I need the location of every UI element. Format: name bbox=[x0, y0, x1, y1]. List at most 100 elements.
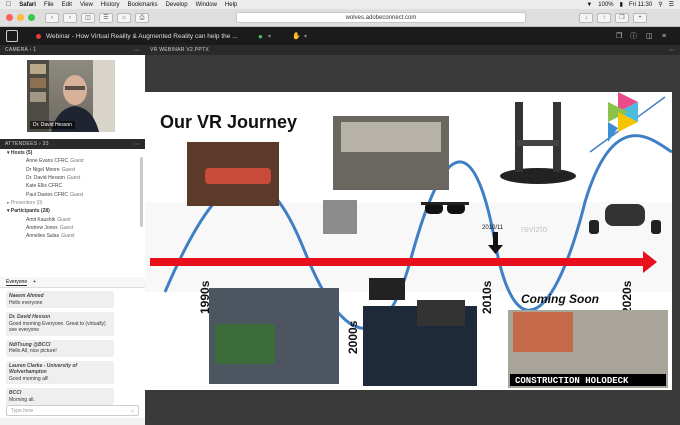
pod-options-icon[interactable]: ⋯ bbox=[134, 141, 145, 148]
attendee-name: Anne Evans CFRC bbox=[26, 158, 69, 165]
reader-icon[interactable]: ☰ bbox=[99, 12, 113, 23]
list-item[interactable]: Andrew Jones Guest bbox=[0, 224, 145, 232]
add-tab-button[interactable]: + bbox=[33, 279, 36, 285]
emoji-icon[interactable]: ☺ bbox=[130, 408, 135, 414]
list-icon[interactable]: ☰ bbox=[669, 1, 674, 8]
sidebar-icon[interactable]: ◫ bbox=[81, 12, 95, 23]
chat-message: NdiTsung @BCCI Hello All, nice picture! bbox=[6, 339, 114, 357]
marker-arrow bbox=[493, 232, 498, 246]
menu-edit[interactable]: Edit bbox=[62, 2, 72, 8]
fullscreen-icon[interactable]: ❐ bbox=[616, 32, 622, 40]
attendee-name: Annelies Salas bbox=[26, 233, 60, 240]
mac-menubar:  Safari File Edit View History Bookmark… bbox=[0, 0, 680, 9]
battery-icon[interactable]: ▮ bbox=[620, 1, 623, 8]
chat-text: Morning all. bbox=[9, 396, 35, 403]
list-item[interactable]: Dr. David Hesson Guest bbox=[0, 174, 145, 182]
close-window-icon[interactable] bbox=[6, 14, 13, 21]
camera-name-label: Dr. David Hesson bbox=[30, 121, 75, 129]
battery-percent: 100% bbox=[598, 1, 614, 8]
clock[interactable]: Fri 11:30 bbox=[629, 2, 652, 8]
minimize-window-icon[interactable] bbox=[17, 14, 24, 21]
chat-input[interactable]: Type here ☺ bbox=[6, 405, 139, 416]
camera-pod-title: CAMERA › 1 bbox=[5, 47, 37, 53]
chat-message: Naeem Ahmed Hello everyone bbox=[6, 291, 114, 308]
print-icon[interactable]: ⎙ bbox=[135, 12, 149, 23]
revizto-watermark: revizto bbox=[521, 224, 548, 234]
attendee-name: Kate Ellis CFRC bbox=[26, 183, 63, 190]
menu-help[interactable]: Help bbox=[225, 2, 237, 8]
zoom-window-icon[interactable] bbox=[28, 14, 35, 21]
home-icon[interactable]: ⌂ bbox=[117, 12, 131, 23]
chevron-down-icon[interactable]: ▾ bbox=[304, 33, 307, 40]
raise-hand-icon[interactable]: ✋ bbox=[292, 32, 301, 40]
adobe-connect-logo bbox=[6, 30, 18, 42]
menu-file[interactable]: File bbox=[44, 2, 54, 8]
left-panel: CAMERA › 1 ⋯ Dr. David Hesson ATTENDEES … bbox=[0, 45, 145, 425]
chat-placeholder: Type here bbox=[11, 407, 34, 414]
menu-develop[interactable]: Develop bbox=[166, 2, 188, 8]
menu-app-name[interactable]: Safari bbox=[19, 2, 36, 8]
back-icon[interactable]: ‹ bbox=[45, 12, 59, 23]
meeting-title: Webinar - How Virtual Reality & Augmente… bbox=[46, 32, 238, 40]
list-item[interactable]: Paul Davies CFRC Guest bbox=[0, 190, 145, 198]
share-pod: Our VR Journey revizto 2010/11 1990s 200… bbox=[145, 55, 680, 425]
browser-toolbar: ‹ › ◫ ☰ ⌂ ⎙ wolves.adobeconnect.com ↓ ↑ … bbox=[0, 9, 680, 27]
attendee-role: Guest bbox=[66, 175, 81, 182]
attendee-role: Guest bbox=[70, 158, 84, 165]
share-pod-header: VR WEBINAR V2.PPTX ⋯ bbox=[145, 45, 680, 55]
forward-icon[interactable]: › bbox=[63, 12, 77, 23]
attendee-name: Amit Kaushik bbox=[26, 216, 56, 223]
status-area: ▼ 100% ▮ Fri 11:30 ⚲ ☰ bbox=[586, 1, 680, 9]
meeting-bar: Webinar - How Virtual Reality & Augmente… bbox=[0, 27, 680, 45]
attendee-role: Guest bbox=[59, 224, 74, 231]
scrollbar[interactable] bbox=[140, 157, 143, 227]
hosts-label: Hosts (5) bbox=[10, 150, 33, 157]
chat-message: Dr. David Hesson Good morning Everyone. G… bbox=[6, 312, 114, 336]
presenters-group[interactable]: ▸ Presenters (0) bbox=[0, 199, 145, 207]
search-icon[interactable]: ⚲ bbox=[658, 1, 662, 8]
list-item[interactable]: Anne Evans CFRC Guest bbox=[0, 157, 145, 165]
layout-icon[interactable]: ◫ bbox=[646, 32, 653, 40]
menu-window[interactable]: Window bbox=[196, 2, 217, 8]
pod-options-icon[interactable]: ⋯ bbox=[669, 47, 680, 54]
tabs-icon[interactable]: ❐ bbox=[615, 12, 629, 23]
new-tab-icon[interactable]: + bbox=[633, 12, 647, 23]
chat-author: Lauren Clarke - University of Wolverhamp… bbox=[9, 362, 78, 376]
camera-pod: Dr. David Hesson bbox=[0, 55, 145, 139]
list-item[interactable]: Dr Nigel Moore Guest bbox=[0, 166, 145, 174]
list-item[interactable]: Kate Ellis CFRC bbox=[0, 182, 145, 190]
download-icon[interactable]: ↓ bbox=[579, 12, 593, 23]
url-text: wolves.adobeconnect.com bbox=[345, 14, 417, 21]
chat-text: Hello All, nice picture! bbox=[9, 348, 57, 354]
menu-history[interactable]: History bbox=[101, 2, 120, 8]
participants-group[interactable]: ▾ Participants (28) bbox=[0, 207, 145, 215]
attendees-pod-header: ATTENDEES › 33 ⋯ bbox=[0, 139, 145, 149]
menu-bookmarks[interactable]: Bookmarks bbox=[128, 2, 158, 8]
presentation-slide: Our VR Journey revizto 2010/11 1990s 200… bbox=[145, 92, 672, 390]
list-item[interactable]: Annelies Salas Guest bbox=[0, 232, 145, 240]
help-icon[interactable]: ⓘ bbox=[630, 31, 637, 41]
apple-icon[interactable]:  bbox=[6, 1, 11, 8]
chat-pod: Naeem Ahmed Hello everyone Dr. David Hess… bbox=[0, 288, 145, 418]
decade-2010s: 2010s bbox=[480, 280, 494, 314]
pod-options-icon[interactable]: ⋯ bbox=[134, 47, 145, 54]
list-item[interactable]: Amit Kaushik Guest bbox=[0, 215, 145, 223]
attendee-name: Paul Davies CFRC bbox=[26, 191, 68, 198]
scrollbar[interactable] bbox=[672, 55, 680, 425]
attendee-name: Dr Nigel Moore bbox=[26, 166, 60, 173]
chat-text: Good morning Everyone. Great to (virtual… bbox=[9, 320, 106, 334]
attendees-pod-title: ATTENDEES › 33 bbox=[5, 141, 49, 147]
tab-everyone[interactable]: Everyone bbox=[6, 279, 28, 286]
menu-icon[interactable]: ≡ bbox=[662, 33, 666, 40]
wifi-icon[interactable]: ▼ bbox=[586, 2, 592, 8]
microphone-icon[interactable]: ● bbox=[258, 32, 263, 41]
share-icon[interactable]: ↑ bbox=[597, 12, 611, 23]
menu-view[interactable]: View bbox=[80, 2, 93, 8]
timeline-arrow bbox=[150, 258, 645, 266]
window-controls bbox=[6, 14, 35, 21]
chevron-down-icon[interactable]: ▾ bbox=[268, 33, 271, 40]
hosts-group[interactable]: ▾ Hosts (5) bbox=[0, 149, 145, 157]
chat-text: Good morning all! bbox=[9, 375, 49, 382]
attendees-list: ▾ Hosts (5) Anne Evans CFRC Guest Dr Nige… bbox=[0, 149, 145, 277]
address-bar[interactable]: wolves.adobeconnect.com bbox=[236, 12, 526, 23]
